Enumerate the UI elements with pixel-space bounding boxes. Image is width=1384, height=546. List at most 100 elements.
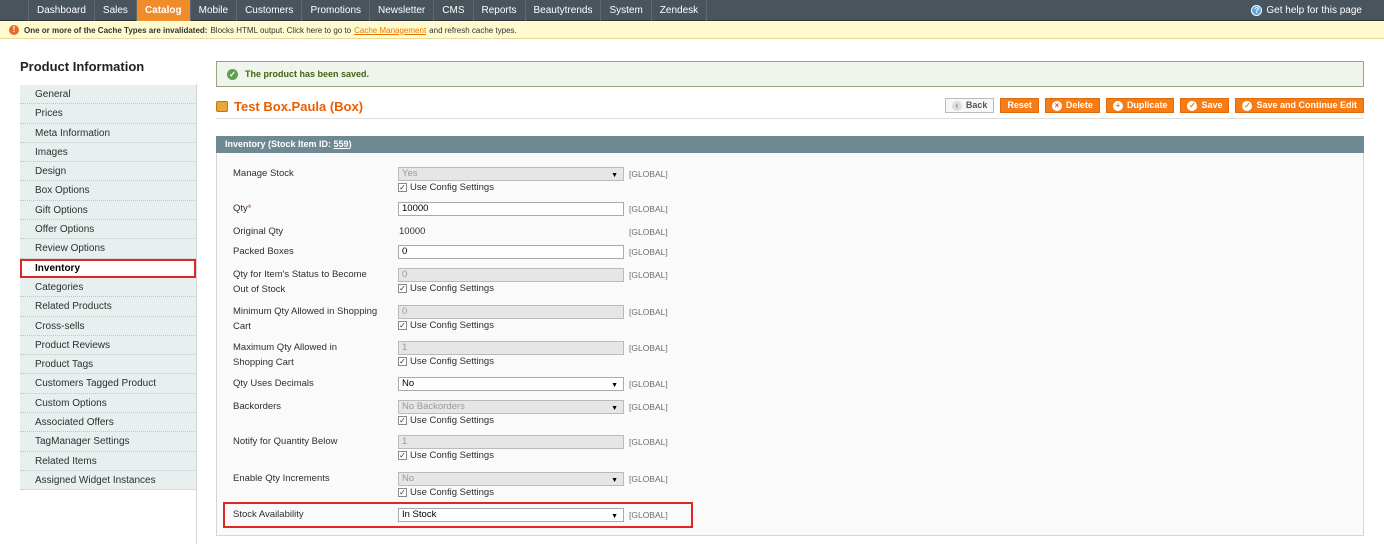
nav-item-reports[interactable]: Reports bbox=[474, 0, 526, 21]
backorders-use-config[interactable]: ✓ Use Config Settings bbox=[398, 415, 624, 426]
min-qty-use-config[interactable]: ✓ Use Config Settings bbox=[398, 320, 624, 331]
sidebar-item-review-options[interactable]: Review Options bbox=[20, 239, 196, 259]
save-continue-icon: ✓ bbox=[1242, 100, 1253, 111]
help-label: Get help for this page bbox=[1266, 5, 1362, 16]
back-button[interactable]: ‹ Back bbox=[944, 98, 995, 113]
warning-icon: ! bbox=[9, 25, 19, 35]
checkbox-checked-icon[interactable]: ✓ bbox=[398, 451, 407, 460]
manage-stock-use-config[interactable]: ✓ Use Config Settings bbox=[398, 182, 624, 193]
qty-input[interactable]: 10000 bbox=[398, 202, 624, 216]
qty-increments-select[interactable]: No bbox=[398, 472, 624, 487]
save-label: Save bbox=[1201, 100, 1223, 110]
sidebar-item-assigned-widget-instances[interactable]: Assigned Widget Instances bbox=[20, 470, 196, 491]
sidebar-item-inventory[interactable]: Inventory bbox=[20, 258, 196, 278]
sidebar-item-product-tags[interactable]: Product Tags bbox=[20, 355, 196, 375]
stock-availability-select[interactable]: In Stock bbox=[398, 508, 624, 523]
nav-item-zendesk[interactable]: Zendesk bbox=[652, 0, 708, 21]
sidebar-item-related-items[interactable]: Related Items bbox=[20, 451, 196, 471]
save-check-icon: ✓ bbox=[1187, 100, 1198, 111]
checkbox-checked-icon[interactable]: ✓ bbox=[398, 357, 407, 366]
help-link[interactable]: ? Get help for this page bbox=[1251, 0, 1362, 21]
sidebar-title: Product Information bbox=[20, 59, 145, 74]
notice-text-end: and refresh cache types. bbox=[429, 25, 517, 35]
product-box-icon bbox=[216, 101, 228, 112]
sidebar-item-offer-options[interactable]: Offer Options bbox=[20, 220, 196, 240]
nav-item-sales[interactable]: Sales bbox=[95, 0, 137, 21]
sidebar-item-cross-sells[interactable]: Cross-sells bbox=[20, 316, 196, 336]
sidebar-item-tagmanager-settings[interactable]: TagManager Settings bbox=[20, 432, 196, 452]
reset-label: Reset bbox=[1007, 100, 1032, 110]
checkbox-checked-icon[interactable]: ✓ bbox=[398, 183, 407, 192]
sidebar-item-associated-offers[interactable]: Associated Offers bbox=[20, 413, 196, 433]
required-marker: * bbox=[247, 203, 252, 214]
out-of-stock-input[interactable]: 0 bbox=[398, 268, 624, 282]
original-qty-value: 10000 bbox=[399, 226, 426, 237]
notice-text: Blocks HTML output. Click here to go to bbox=[210, 25, 352, 35]
manage-stock-select[interactable]: Yes bbox=[398, 167, 624, 182]
notify-below-input[interactable]: 1 bbox=[398, 435, 624, 449]
sidebar-item-customers-tagged-product[interactable]: Customers Tagged Product bbox=[20, 374, 196, 394]
use-config-label: Use Config Settings bbox=[410, 415, 494, 426]
reset-button[interactable]: Reset bbox=[1000, 98, 1039, 113]
sidebar-item-custom-options[interactable]: Custom Options bbox=[20, 393, 196, 414]
sidebar-item-prices[interactable]: Prices bbox=[20, 104, 196, 124]
scope-label: [GLOBAL] bbox=[629, 307, 668, 317]
save-button[interactable]: ✓ Save bbox=[1180, 98, 1230, 113]
cache-management-link[interactable]: Cache Management bbox=[354, 22, 426, 39]
sidebar-item-design[interactable]: Design bbox=[20, 162, 196, 182]
top-navigation: Dashboard Sales Catalog Mobile Customers Prom… bbox=[0, 0, 1384, 21]
max-qty-use-config[interactable]: ✓ Use Config Settings bbox=[398, 356, 624, 367]
fieldset-title-end: ) bbox=[348, 139, 352, 149]
action-buttons: ‹ Back Reset × Delete + Duplicate ✓ Save ✓ Sa… bbox=[944, 98, 1364, 113]
plus-icon: + bbox=[1112, 100, 1123, 111]
checkbox-checked-icon[interactable]: ✓ bbox=[398, 321, 407, 330]
sidebar-item-related-products[interactable]: Related Products bbox=[20, 297, 196, 317]
nav-item-cms[interactable]: CMS bbox=[434, 0, 474, 21]
sidebar-item-meta-information[interactable]: Meta Information bbox=[20, 123, 196, 143]
delete-button[interactable]: × Delete bbox=[1044, 98, 1100, 113]
nav-item-system[interactable]: System bbox=[601, 0, 652, 21]
backorders-select[interactable]: No Backorders bbox=[398, 400, 624, 415]
min-qty-label: Minimum Qty Allowed in Shopping Cart bbox=[233, 305, 393, 333]
sidebar-item-gift-options[interactable]: Gift Options bbox=[20, 200, 196, 221]
notice-bold: One or more of the Cache Types are inval… bbox=[24, 25, 208, 35]
packed-boxes-input[interactable]: 0 bbox=[398, 245, 624, 259]
min-qty-input[interactable]: 0 bbox=[398, 305, 624, 319]
sidebar-item-images[interactable]: Images bbox=[20, 142, 196, 163]
qty-label: Qty* bbox=[233, 202, 393, 215]
scope-label: [GLOBAL] bbox=[629, 204, 668, 214]
help-circle-icon: ? bbox=[1251, 5, 1263, 16]
back-label: Back bbox=[965, 100, 988, 110]
nav-item-customers[interactable]: Customers bbox=[237, 0, 303, 21]
sidebar-item-general[interactable]: General bbox=[20, 85, 196, 105]
checkbox-checked-icon[interactable]: ✓ bbox=[398, 488, 407, 497]
qty-decimals-select[interactable]: No bbox=[398, 377, 624, 392]
scope-label: [GLOBAL] bbox=[629, 270, 668, 280]
save-continue-button[interactable]: ✓ Save and Continue Edit bbox=[1235, 98, 1364, 113]
scope-label: [GLOBAL] bbox=[629, 402, 668, 412]
sidebar-item-box-options[interactable]: Box Options bbox=[20, 181, 196, 201]
nav-item-newsletter[interactable]: Newsletter bbox=[370, 0, 435, 21]
page-title: Test Box.Paula (Box) bbox=[216, 99, 363, 114]
max-qty-input[interactable]: 1 bbox=[398, 341, 624, 355]
nav-item-catalog[interactable]: Catalog bbox=[136, 0, 191, 21]
nav-item-promotions[interactable]: Promotions bbox=[302, 0, 371, 21]
nav-item-beautytrends[interactable]: Beautytrends bbox=[526, 0, 602, 21]
stock-item-id-link[interactable]: 559 bbox=[334, 139, 349, 149]
duplicate-button[interactable]: + Duplicate bbox=[1105, 98, 1175, 113]
nav-item-dashboard[interactable]: Dashboard bbox=[28, 0, 95, 21]
nav-item-mobile[interactable]: Mobile bbox=[191, 0, 238, 21]
label-line-2: Cart bbox=[233, 321, 251, 332]
sidebar-item-categories[interactable]: Categories bbox=[20, 277, 196, 298]
notify-below-use-config[interactable]: ✓ Use Config Settings bbox=[398, 450, 624, 461]
checkbox-checked-icon[interactable]: ✓ bbox=[398, 284, 407, 293]
scope-label: [GLOBAL] bbox=[629, 227, 668, 237]
cache-notice: ! One or more of the Cache Types are inv… bbox=[0, 22, 1384, 39]
max-qty-label: Maximum Qty Allowed in Shopping Cart bbox=[233, 341, 393, 369]
sidebar-item-product-reviews[interactable]: Product Reviews bbox=[20, 335, 196, 356]
out-of-stock-use-config[interactable]: ✓ Use Config Settings bbox=[398, 283, 624, 294]
checkbox-checked-icon[interactable]: ✓ bbox=[398, 416, 407, 425]
packed-boxes-label: Packed Boxes bbox=[233, 246, 294, 257]
qty-increments-use-config[interactable]: ✓ Use Config Settings bbox=[398, 487, 624, 498]
use-config-label: Use Config Settings bbox=[410, 182, 494, 193]
